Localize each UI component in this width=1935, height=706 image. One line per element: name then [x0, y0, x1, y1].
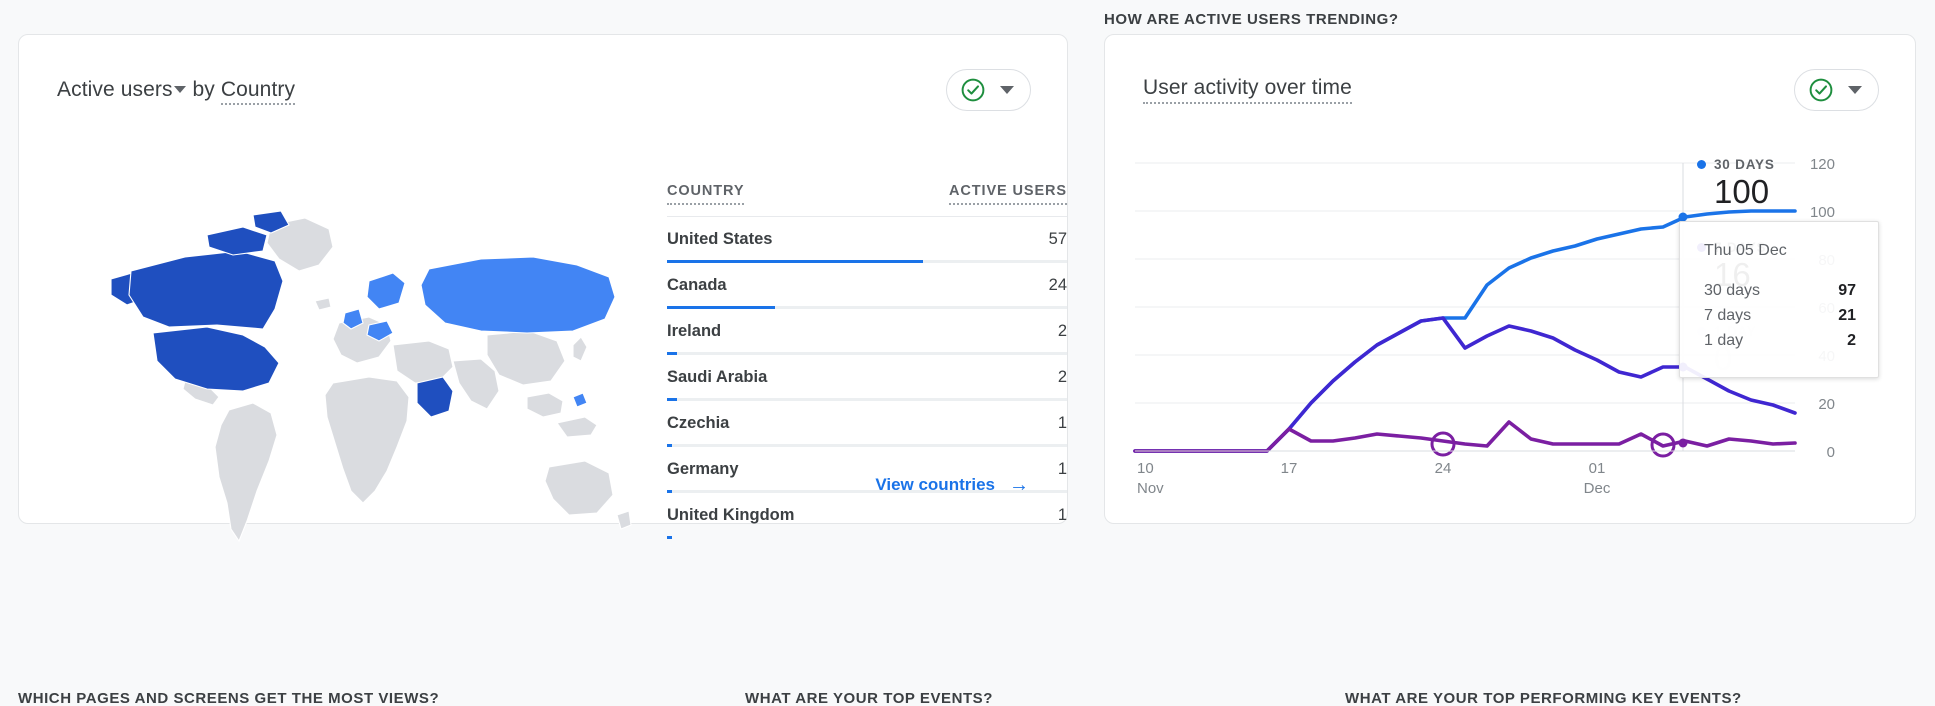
tooltip-row-label: 7 days — [1704, 307, 1752, 324]
tooltip-row-label: 30 days — [1704, 282, 1761, 299]
map-country-united-states[interactable] — [152, 326, 280, 392]
geo-dimension-label[interactable]: Country — [220, 78, 296, 105]
country-value: 1 — [1057, 460, 1067, 478]
check-circle-icon — [961, 78, 985, 102]
table-row[interactable]: Saudi Arabia 2 — [667, 355, 1067, 401]
section-caption-trending: HOW ARE ACTIVE USERS TRENDING? — [1104, 11, 1399, 28]
country-value: 1 — [1057, 506, 1067, 524]
svg-text:0: 0 — [1827, 444, 1835, 461]
svg-text:24: 24 — [1435, 460, 1452, 477]
country-name: Canada — [667, 276, 727, 294]
column-header-active-users[interactable]: ACTIVE USERS — [949, 183, 1067, 205]
tooltip-row-value: 21 — [1838, 307, 1856, 324]
table-row[interactable]: United States 57 — [667, 217, 1067, 263]
map-country-russia[interactable] — [420, 256, 616, 334]
map-country-se-asia — [572, 392, 588, 408]
analytics-dashboard: Active users by Country COUNTRY ACTIVE U… — [0, 0, 1935, 706]
table-row[interactable]: Ireland 2 — [667, 309, 1067, 355]
check-circle-icon — [1809, 78, 1833, 102]
legend-label: 30 DAYS — [1714, 157, 1775, 172]
series-line-1-day — [1133, 420, 1797, 453]
country-name: Saudi Arabia — [667, 368, 768, 386]
bar-fill — [667, 536, 673, 539]
tooltip-row-value: 2 — [1847, 332, 1856, 349]
country-value: 57 — [1048, 230, 1067, 248]
world-map[interactable] — [57, 185, 637, 575]
table-row[interactable]: United Kingdom 1 — [667, 493, 1067, 539]
trend-comparison-selector[interactable] — [1794, 69, 1879, 111]
map-country-canada[interactable] — [128, 250, 284, 330]
country-name: Czechia — [667, 414, 730, 432]
geo-card-header: Active users by Country — [19, 35, 1067, 111]
arrow-right-icon: → — [1009, 474, 1029, 496]
country-name: Ireland — [667, 322, 722, 340]
tooltip-row-label: 1 day — [1704, 332, 1744, 349]
user-activity-over-time-card: User activity over time 120 100 20 0 10 … — [1104, 34, 1916, 524]
chevron-down-icon[interactable] — [173, 86, 186, 93]
geo-card-title: Active users by Country — [57, 78, 296, 105]
geo-metric-label[interactable]: Active users — [57, 78, 173, 101]
column-header-country[interactable]: COUNTRY — [667, 183, 745, 205]
legend-value: 100 — [1714, 173, 1770, 210]
trend-card-title[interactable]: User activity over time — [1143, 76, 1352, 104]
country-value: 2 — [1057, 322, 1067, 340]
country-table-header: COUNTRY ACTIVE USERS — [667, 183, 1067, 210]
country-value: 1 — [1057, 414, 1067, 432]
tooltip-row-value: 97 — [1838, 282, 1856, 299]
country-name: Germany — [667, 460, 739, 478]
country-name: United Kingdom — [667, 506, 795, 524]
table-row[interactable]: Canada 24 — [667, 263, 1067, 309]
geo-comparison-selector[interactable] — [946, 69, 1031, 111]
view-countries-link[interactable]: View countries → — [875, 475, 1029, 495]
chart-x-axis-labels: 10 Nov 17 24 01 Dec — [1137, 460, 1611, 497]
chart-tooltip: Thu 05 Dec 30 days 97 7 days 21 1 day 2 — [1679, 221, 1879, 378]
svg-text:01: 01 — [1589, 460, 1606, 477]
tooltip-date: Thu 05 Dec — [1704, 242, 1787, 259]
map-country-saudi-arabia[interactable] — [416, 376, 454, 418]
country-name: United States — [667, 230, 773, 248]
map-country-canada-arctic — [206, 226, 268, 256]
svg-text:17: 17 — [1281, 460, 1298, 477]
legend-dot-icon — [1697, 160, 1706, 169]
active-users-by-country-card: Active users by Country COUNTRY ACTIVE U… — [18, 34, 1068, 543]
section-caption-key-events: WHAT ARE YOUR TOP PERFORMING KEY EVENTS? — [1345, 690, 1742, 706]
geo-by-label: by — [192, 78, 215, 101]
country-value: 24 — [1048, 276, 1067, 294]
chevron-down-icon[interactable] — [1000, 86, 1014, 94]
table-row[interactable]: Czechia 1 — [667, 401, 1067, 447]
map-country-scandinavia[interactable] — [366, 272, 406, 310]
world-map-svg — [110, 210, 632, 543]
trend-card-header: User activity over time — [1105, 35, 1915, 111]
svg-text:10: 10 — [1137, 460, 1154, 477]
tooltip-row: 7 days 21 — [1704, 307, 1856, 325]
tooltip-row: 1 day 2 — [1704, 332, 1856, 350]
svg-text:Dec: Dec — [1584, 480, 1611, 497]
legend-item-30-days[interactable]: 30 DAYS 100 — [1697, 157, 1887, 210]
chevron-down-icon[interactable] — [1848, 86, 1862, 94]
section-caption-top-events: WHAT ARE YOUR TOP EVENTS? — [745, 690, 993, 706]
view-countries-label: View countries — [875, 475, 995, 494]
svg-text:Nov: Nov — [1137, 480, 1164, 497]
section-caption-pages-screens: WHICH PAGES AND SCREENS GET THE MOST VIE… — [18, 690, 440, 706]
tooltip-row: 30 days 97 — [1704, 282, 1856, 300]
country-value: 2 — [1057, 368, 1067, 386]
